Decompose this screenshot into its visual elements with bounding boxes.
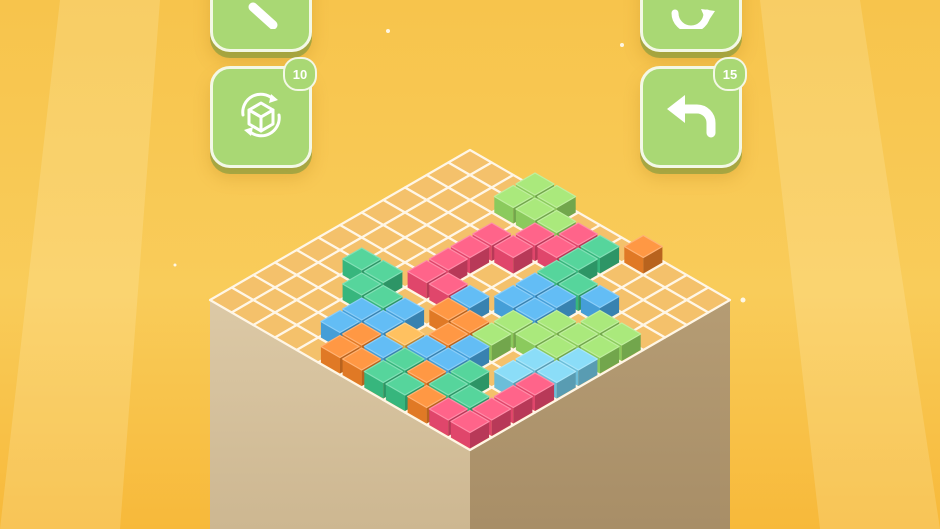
- partial-top-left-button[interactable]: [210, 0, 312, 52]
- undo-count-badge: 15: [713, 57, 747, 91]
- refresh-button[interactable]: [640, 0, 742, 52]
- rotate-cube-icon: [241, 92, 281, 138]
- rotate-count-badge: 10: [283, 57, 317, 91]
- rotate-view-button[interactable]: 10: [210, 57, 317, 168]
- undo-arrow-icon: [667, 95, 716, 138]
- puzzle-scene: [0, 0, 940, 529]
- partial-icon: [248, 2, 278, 29]
- undo-button[interactable]: 15: [640, 57, 747, 168]
- refresh-icon: [671, 9, 715, 29]
- game-screen: 10 15: [0, 0, 940, 529]
